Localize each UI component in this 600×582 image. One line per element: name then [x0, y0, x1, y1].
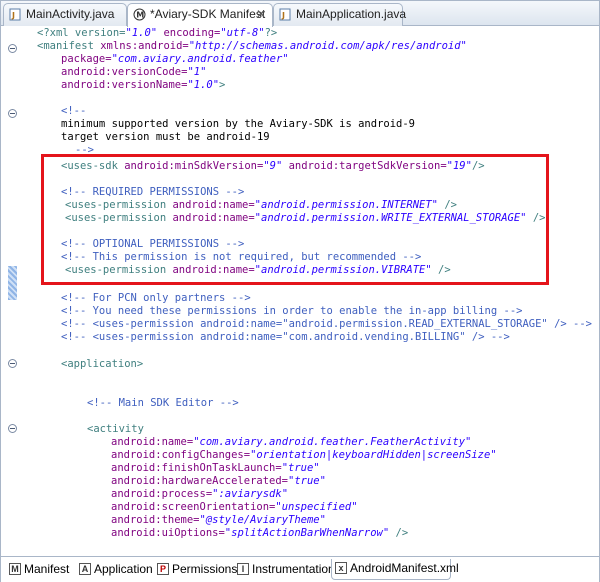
tab-label: MainApplication.java — [296, 7, 407, 21]
tab-label: Permissions — [172, 562, 238, 576]
tab-main-application[interactable]: J MainApplication.java — [273, 3, 407, 26]
code-line: <?xml version="1.0" encoding="utf-8"?> — [37, 27, 278, 39]
tab-android-manifest-xml[interactable]: x AndroidManifest.xml — [331, 559, 459, 580]
tab-main-activity[interactable]: J MainActivity.java — [3, 3, 127, 26]
close-icon[interactable]: ✕ — [256, 4, 266, 25]
code-line: android:versionName="1.0"> — [61, 79, 226, 91]
code-comment: minimum supported version by the Aviary-… — [61, 118, 416, 130]
tab-permissions[interactable]: P Permissions — [153, 559, 237, 580]
code-line: android:screenOrientation="unspecified" — [111, 501, 358, 513]
code-line: android:versionCode="1" — [61, 66, 207, 78]
application-icon: A — [79, 563, 91, 575]
manifest-icon: M — [9, 563, 21, 575]
code-line: <manifest xmlns:android="http://schemas.… — [37, 40, 467, 52]
code-line: android:configChanges="orientation|keybo… — [111, 449, 497, 461]
svg-text:M: M — [136, 11, 144, 20]
code-comment: target version must be android-19 — [61, 131, 270, 143]
java-file-icon: J — [9, 8, 21, 21]
svg-text:J: J — [281, 11, 285, 20]
tab-application[interactable]: A Application — [75, 559, 153, 580]
code-line-activity: <activity — [87, 423, 144, 435]
tab-label: Instrumentation — [252, 562, 335, 576]
code-line-application: <application> — [61, 358, 144, 370]
editor-gutter — [1, 26, 23, 546]
xml-editor[interactable]: <?xml version="1.0" encoding="utf-8"?> <… — [1, 26, 599, 546]
code-line: android:uiOptions="splitActionBarWhenNar… — [111, 527, 409, 539]
fold-toggle-icon[interactable] — [8, 109, 17, 118]
code-line: package="com.aviary.android.feather" — [61, 53, 289, 65]
manifest-editor-tabs: M Manifest A Application P Permissions I… — [1, 556, 599, 582]
tab-label: MainActivity.java — [26, 7, 115, 21]
highlight-box — [41, 154, 549, 285]
code-line: android:theme="@style/AviaryTheme" — [111, 514, 326, 526]
fold-toggle-icon[interactable] — [8, 44, 17, 53]
manifest-icon: M — [133, 8, 146, 21]
fold-toggle-icon[interactable] — [8, 424, 17, 433]
tab-instrumentation[interactable]: I Instrumentation — [233, 559, 335, 580]
editor-tab-bar: J MainActivity.java M *Aviary-SDK Manife… — [1, 1, 599, 27]
instrumentation-icon: I — [237, 563, 249, 575]
code-comment: <!-- <uses-permission android:name="com.… — [61, 331, 510, 343]
code-line: android:finishOnTaskLaunch="true" — [111, 462, 320, 474]
code-line: android:hardwareAccelerated="true" — [111, 475, 326, 487]
tab-label: Manifest — [24, 562, 70, 576]
editor-window: J MainActivity.java M *Aviary-SDK Manife… — [0, 0, 600, 582]
fold-toggle-icon[interactable] — [8, 359, 17, 368]
svg-text:J: J — [11, 11, 15, 20]
java-file-icon: J — [279, 8, 291, 21]
code-comment: <!-- — [61, 105, 87, 117]
code-comment: <!-- <uses-permission android:name="andr… — [61, 318, 593, 330]
tab-label: Application — [94, 562, 153, 576]
code-comment: <!-- Main SDK Editor --> — [87, 397, 239, 409]
tab-aviary-sdk-manifest[interactable]: M *Aviary-SDK Manifest ✕ — [127, 3, 273, 27]
code-line: android:name="com.aviary.android.feather… — [111, 436, 472, 448]
code-comment: <!-- You need these permissions in order… — [61, 305, 523, 317]
tab-label: *Aviary-SDK Manifest — [150, 7, 266, 21]
tab-label: AndroidManifest.xml — [350, 561, 459, 575]
xml-file-icon: x — [335, 562, 347, 574]
code-line: android:process=":aviarysdk" — [111, 488, 289, 500]
permissions-icon: P — [157, 563, 169, 575]
tab-manifest[interactable]: M Manifest — [5, 559, 73, 580]
code-comment: <!-- For PCN only partners --> — [61, 292, 251, 304]
change-marker — [8, 266, 17, 300]
